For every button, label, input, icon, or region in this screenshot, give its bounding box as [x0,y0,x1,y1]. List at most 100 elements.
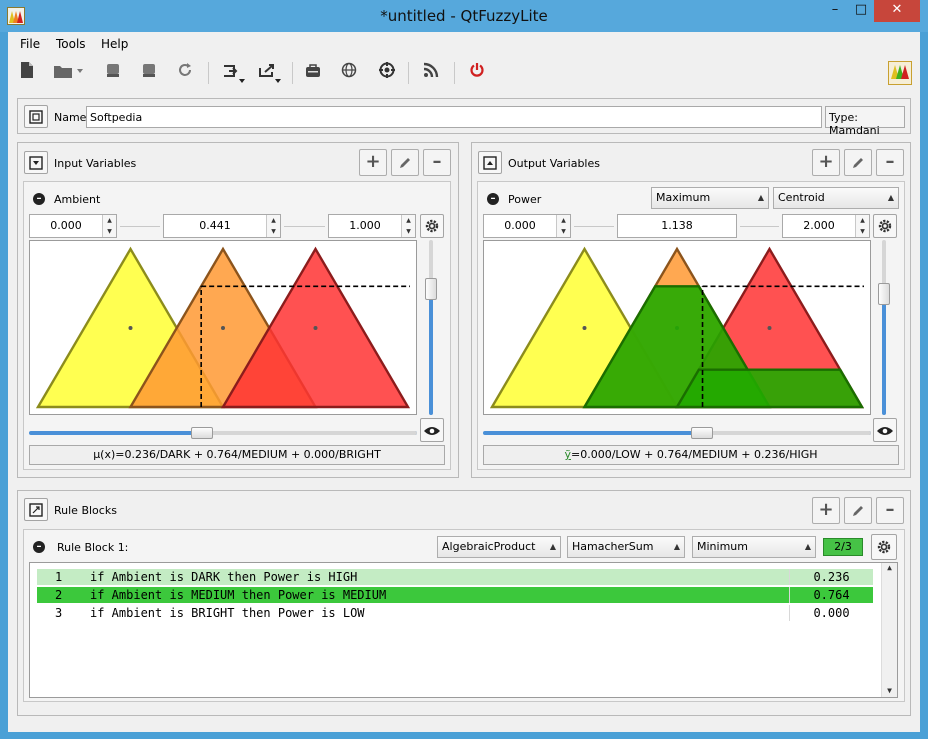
rule-blocks-collapse-button[interactable] [24,498,48,521]
input-max-spinbox[interactable]: 1.000 ▲ ▼ [328,214,416,238]
updown-arrow-icon: ▲ [549,542,556,551]
output-variables-title: Output Variables [508,157,600,170]
gear-icon [878,219,892,233]
spin-arrows-icon[interactable]: ▲ ▼ [855,215,869,237]
engine-options-button[interactable] [24,105,48,128]
activated-high-area [674,368,865,409]
scroll-down-icon[interactable]: ▼ [882,686,897,695]
input-collapse-button[interactable] [24,151,48,174]
gear-icon [425,219,439,233]
output-settings-button[interactable] [873,214,897,238]
input-membership-readout: μ(x)=0.236/DARK + 0.764/MEDIUM + 0.000/B… [29,445,445,465]
output-variable-name: Power [508,193,542,206]
globe-icon[interactable] [338,62,360,84]
spin-arrows-icon[interactable]: ▲ ▼ [102,215,116,237]
rule-block-label: Rule Block 1: [57,541,129,554]
conjunction-select[interactable]: AlgebraicProduct ▲ [437,536,561,558]
new-file-icon[interactable] [16,62,38,84]
input-slider-handle[interactable] [191,427,213,439]
output-vertical-slider-handle[interactable] [878,283,890,305]
output-view-button[interactable] [873,418,897,442]
save-as-icon[interactable] [138,62,160,84]
output-add-button[interactable]: + [812,149,840,176]
input-vertical-slider[interactable] [429,240,433,415]
rules-list[interactable]: 1 if Ambient is DARK then Power is HIGH … [29,562,898,698]
input-vertical-slider-handle[interactable] [425,278,437,300]
open-folder-icon[interactable] [52,62,86,84]
spin-arrows-icon[interactable]: ▲ ▼ [401,215,415,237]
rule-row[interactable]: 1 if Ambient is DARK then Power is HIGH … [37,569,873,585]
support-target-icon[interactable] [376,62,398,84]
gear-icon [877,540,891,554]
updown-arrow-icon: ▲ [887,193,894,202]
plus-icon: + [818,499,834,520]
input-min-spinbox[interactable]: 0.000 ▲ ▼ [29,214,117,238]
menu-help[interactable]: Help [101,37,128,51]
output-vertical-slider[interactable] [882,240,886,415]
rule-block-settings-button[interactable] [871,534,897,560]
name-label: Name [54,111,87,124]
output-membership-plot[interactable] [483,240,871,415]
plus-icon: + [365,151,381,172]
minimize-button[interactable]: – [822,0,848,22]
export-icon[interactable] [256,62,284,84]
import-icon[interactable] [220,62,248,84]
rule-block-add-button[interactable]: + [812,497,840,524]
benchmark-toolbox-icon[interactable] [302,62,324,84]
pencil-icon [853,158,863,168]
output-edit-button[interactable] [844,149,872,176]
input-variable-name: Ambient [54,193,101,206]
output-max-spinbox[interactable]: 2.000 ▲ ▼ [782,214,870,238]
input-variable-remove-icon[interactable]: – [33,193,45,205]
reload-icon[interactable] [174,62,196,84]
input-horizontal-slider[interactable] [29,431,417,435]
menu-tools[interactable]: Tools [56,37,86,51]
rule-row[interactable]: 2 if Ambient is MEDIUM then Power is MED… [37,587,873,603]
input-value-spinbox[interactable]: 0.441 ▲ ▼ [163,214,281,238]
updown-arrow-icon: ▲ [757,193,764,202]
minus-icon: – [885,499,895,520]
output-min-spinbox[interactable]: 0.000 ▲ ▼ [483,214,571,238]
maximize-button[interactable]: □ [848,0,874,22]
input-variables-title: Input Variables [54,157,137,170]
input-view-button[interactable] [420,418,444,442]
term-low-centroid [582,326,587,330]
save-icon[interactable] [102,62,124,84]
input-add-button[interactable]: + [359,149,387,176]
title-bar: *untitled - QtFuzzyLite – □ ✕ [0,0,928,32]
plus-icon: + [818,151,834,172]
rule-block-remove-icon[interactable]: – [33,541,45,553]
output-horizontal-slider[interactable] [483,431,871,435]
accumulation-select[interactable]: Maximum ▲ [651,187,769,209]
output-variable-remove-icon[interactable]: – [487,193,499,205]
rule-blocks-title: Rule Blocks [54,504,117,517]
rules-scrollbar[interactable]: ▲ ▼ [881,563,897,697]
disjunction-select[interactable]: HamacherSum ▲ [567,536,685,558]
scroll-up-icon[interactable]: ▲ [882,563,897,572]
spin-arrows-icon[interactable]: ▲ ▼ [266,215,280,237]
close-button[interactable]: ✕ [874,0,920,22]
engine-name-input[interactable]: Softpedia [86,106,822,128]
output-membership-readout: ỹ=0.000/LOW + 0.764/MEDIUM + 0.236/HIGH [483,445,899,465]
updown-arrow-icon: ▲ [804,542,811,551]
rule-block-remove-button[interactable]: – [876,497,904,524]
defuzzifier-select[interactable]: Centroid ▲ [773,187,899,209]
rule-row[interactable]: 3 if Ambient is BRIGHT then Power is LOW… [37,605,873,621]
input-settings-button[interactable] [420,214,444,238]
menu-bar: File Tools Help [8,32,920,54]
menu-file[interactable]: File [20,37,40,51]
input-remove-button[interactable]: – [423,149,451,176]
power-quit-icon[interactable] [466,62,488,84]
spin-arrows-icon[interactable]: ▲ ▼ [556,215,570,237]
activation-select[interactable]: Minimum ▲ [692,536,816,558]
output-value-field: 1.138 [617,214,737,238]
input-edit-button[interactable] [391,149,419,176]
rss-feed-icon[interactable] [420,62,442,84]
input-membership-plot[interactable] [29,240,417,415]
term-dark-centroid [128,326,133,330]
output-slider-handle[interactable] [691,427,713,439]
output-remove-button[interactable]: – [876,149,904,176]
output-collapse-button[interactable] [478,151,502,174]
rule-block-edit-button[interactable] [844,497,872,524]
about-logo-icon[interactable] [888,61,912,85]
